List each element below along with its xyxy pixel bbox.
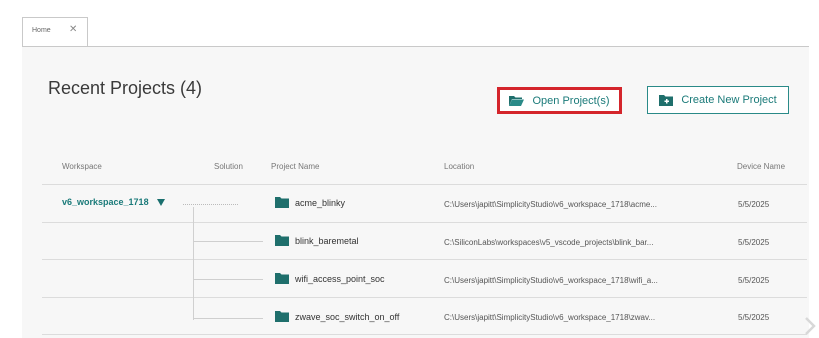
- project-location: C:\SiliconLabs\workspaces\v5_vscode_proj…: [444, 238, 654, 247]
- tree-connector: [183, 204, 238, 206]
- tree-connector: [193, 318, 263, 319]
- device-name: 5/5/2025: [738, 238, 770, 247]
- project-name: blink_baremetal: [295, 235, 359, 246]
- open-projects-label: Open Project(s): [532, 94, 610, 107]
- folder-icon: [275, 273, 289, 284]
- close-icon[interactable]: ✕: [69, 25, 77, 35]
- row-divider: [42, 222, 807, 223]
- table-row[interactable]: zwave_soc_switch_on_off: [275, 311, 399, 322]
- tree-connector: [193, 241, 263, 242]
- folder-icon: [275, 197, 289, 208]
- table-row[interactable]: blink_baremetal: [275, 235, 359, 246]
- device-name: 5/5/2025: [738, 313, 770, 322]
- header-divider: [42, 184, 807, 185]
- column-header-workspace[interactable]: Workspace: [62, 162, 102, 171]
- device-name: 5/5/2025: [738, 200, 770, 209]
- tab-home[interactable]: Home ✕: [22, 17, 88, 46]
- tree-connector: [193, 207, 194, 320]
- row-divider: [42, 259, 807, 260]
- column-header-location[interactable]: Location: [444, 162, 474, 171]
- project-location: C:\Users\japitt\SimplicityStudio\v6_work…: [444, 313, 656, 322]
- tab-strip: Home ✕: [0, 0, 819, 47]
- folder-icon: [275, 235, 289, 246]
- column-header-device-name[interactable]: Device Name: [737, 162, 785, 171]
- project-location: C:\Users\japitt\SimplicityStudio\v6_work…: [444, 276, 658, 285]
- create-new-project-label: Create New Project: [681, 94, 777, 106]
- project-location: C:\Users\japitt\SimplicityStudio\v6_work…: [444, 200, 657, 209]
- new-project-icon: [659, 95, 674, 106]
- workspace-name: v6_workspace_1718: [62, 197, 149, 207]
- row-divider: [42, 334, 807, 335]
- device-name: 5/5/2025: [738, 276, 770, 285]
- caret-down-icon: [156, 198, 165, 206]
- open-folder-icon: [509, 96, 525, 106]
- column-header-project-name[interactable]: Project Name: [271, 162, 319, 171]
- workspace-group-toggle[interactable]: v6_workspace_1718: [62, 197, 165, 207]
- row-divider: [42, 297, 807, 298]
- tree-connector: [193, 279, 263, 280]
- table-row[interactable]: acme_blinky: [275, 197, 345, 208]
- resize-grip-icon[interactable]: [800, 312, 819, 338]
- page-title: Recent Projects (4): [48, 78, 203, 98]
- create-new-project-button[interactable]: Create New Project: [647, 86, 789, 114]
- project-name: zwave_soc_switch_on_off: [295, 311, 400, 322]
- column-header-solution[interactable]: Solution: [214, 162, 243, 171]
- project-name: acme_blinky: [295, 197, 346, 208]
- open-projects-button[interactable]: Open Project(s): [497, 87, 622, 114]
- project-name: wifi_access_point_soc: [295, 273, 385, 284]
- tab-home-label: Home: [32, 27, 51, 34]
- folder-icon: [275, 311, 289, 322]
- table-row[interactable]: wifi_access_point_soc: [275, 273, 385, 284]
